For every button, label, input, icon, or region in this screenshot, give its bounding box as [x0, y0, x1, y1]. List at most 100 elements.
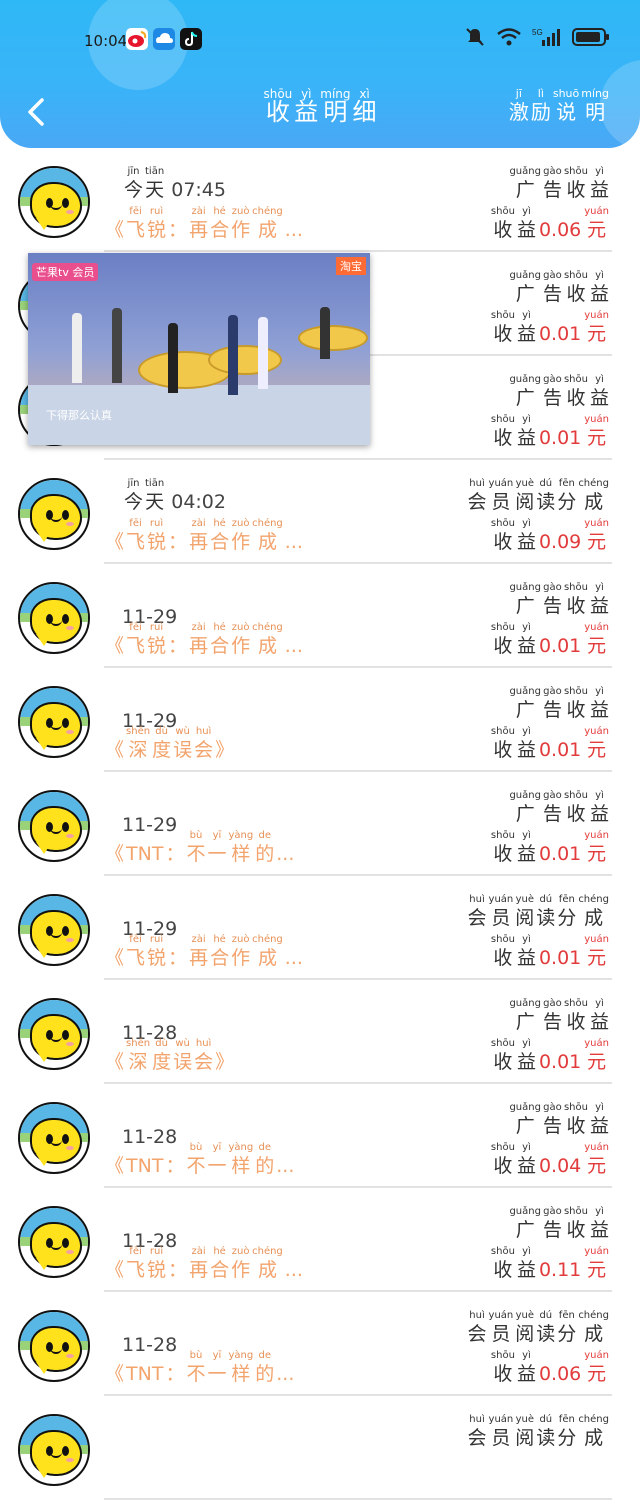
avatar — [18, 1310, 90, 1382]
income-label: shōu 收 yì 益 — [490, 518, 537, 554]
pinyin — [165, 1142, 184, 1154]
income-label: shōu 收 yì 益 — [490, 1038, 537, 1074]
pinyin: yuán — [584, 830, 609, 841]
income-row[interactable]: 11-29 《 TNT ： bù 不 yī 一 yàng 样 de 的 ... guǎng 广 gào… — [0, 772, 640, 876]
yuan-label: yuán 元 — [583, 1350, 610, 1386]
income-label: shōu 收 yì 益 — [490, 1246, 537, 1282]
book-title-text: 《 TNT ： bù 不 yī 一 yàng 样 de 的 ... — [104, 1142, 295, 1177]
pinyin-char: dù 度 — [152, 726, 171, 762]
yuan-label: yuán 元 — [583, 830, 610, 866]
mascot-eye — [62, 614, 69, 624]
pinyin: hé — [213, 934, 226, 945]
pinyin: dú — [539, 894, 553, 905]
income-row[interactable]: 11-28 《 TNT ： bù 不 yī 一 yàng 样 de 的 ... guǎng 广 gào… — [0, 1084, 640, 1188]
book-title-text: 《 shēn 深 dù 度 wù 误 huì 会 》 — [104, 726, 235, 761]
hanzi: 广 — [515, 595, 535, 617]
pinyin: zài — [191, 622, 206, 633]
row-amount: shōu 收 yì 益 0.01 yuán 元 — [490, 414, 610, 450]
pinyin-char: zài 再 — [189, 622, 208, 658]
pinyin — [285, 518, 303, 530]
amount-value: 0.11 — [538, 1259, 582, 1281]
hanzi: 作 — [231, 531, 251, 553]
hanzi: 收 — [493, 635, 513, 657]
pinyin — [215, 726, 234, 738]
hanzi: 益 — [589, 1219, 609, 1241]
pinyin-char: shōu 收 — [491, 726, 515, 762]
income-row[interactable]: 11-28 《 shēn 深 dù 度 wù 误 huì 会 》 guǎng 广 gào 告 shōu 收 y… — [0, 980, 640, 1084]
pinyin: chéng — [252, 1246, 283, 1257]
hanzi: 飞 — [126, 531, 146, 553]
pinyin-char: yì 益 — [517, 934, 536, 970]
pinyin: yàng — [228, 1350, 254, 1361]
hanzi: 广 — [515, 1011, 535, 1033]
income-row[interactable]: 11-29 《 fēi 飞 ruì 锐 ： zài 再 hé 合 zuò 作 chéng 成 ... gu… — [0, 564, 640, 668]
pinyin-char: ： — [165, 830, 184, 866]
hanzi: 广 — [515, 179, 535, 201]
pinyin-char: 《 — [105, 1350, 124, 1386]
hanzi: 会 — [467, 491, 487, 513]
row-amount: shōu 收 yì 益 0.01 yuán 元 — [490, 622, 610, 658]
pinyin-char: zuò 作 — [231, 622, 250, 658]
hanzi: 深 — [128, 739, 148, 761]
hanzi: ： — [168, 635, 188, 657]
pinyin: yuán — [584, 518, 609, 529]
mascot-blush — [66, 626, 74, 630]
income-row[interactable]: jīn 今 tiān 天 07:45 《 fēi 飞 ruì 锐 ： zài 再 hé 合 zuò 作 ch… — [0, 148, 640, 252]
pinyin: yī — [212, 1142, 222, 1153]
pinyin-char: shēn 深 — [126, 726, 150, 762]
book-title-text: 《 shēn 深 dù 度 wù 误 huì 会 》 — [104, 1038, 235, 1073]
hanzi: 成 — [257, 1259, 277, 1281]
hanzi: 告 — [542, 387, 562, 409]
mascot-mouth — [50, 1034, 62, 1042]
hanzi: 合 — [210, 1259, 230, 1281]
pinyin-char: TNT — [126, 1142, 163, 1178]
income-row[interactable]: 11-28 《 TNT ： bù 不 yī 一 yàng 样 de 的 ... huì 会 yuán 员… — [0, 1292, 640, 1396]
hanzi: 元 — [587, 323, 607, 345]
pinyin: yì — [522, 1142, 531, 1153]
title-text: shōu 收 yì 益 míng 明 xì 细 — [262, 88, 377, 124]
hanzi: 元 — [587, 635, 607, 657]
pinyin: yuán — [488, 894, 514, 905]
pinyin: fēi — [129, 518, 142, 529]
income-row[interactable]: jīn 今 tiān 天 04:02 《 fēi 飞 ruì 锐 ： zài 再 hé 合 zuò 作 ch… — [0, 460, 640, 564]
floating-video-player[interactable]: 芒果tv 会员 淘宝 下得那么认真 — [28, 253, 370, 445]
pinyin: yuán — [584, 206, 609, 217]
pinyin: fēi — [129, 934, 142, 945]
pinyin — [105, 1142, 124, 1154]
hanzi: 《 — [105, 219, 125, 241]
pinyin-char: shēn 深 — [126, 1038, 150, 1074]
hanzi: ... — [284, 1259, 303, 1281]
income-row[interactable]: 11-29 《 fēi 飞 ruì 锐 ： zài 再 hé 合 zuò 作 chéng 成 ... hu… — [0, 876, 640, 980]
pinyin-char: chéng 成 — [578, 1310, 609, 1346]
hanzi: 益 — [516, 1363, 536, 1385]
pinyin: huì — [469, 894, 485, 905]
pinyin: shōu — [563, 1206, 588, 1217]
pinyin: shōu — [563, 1102, 588, 1113]
income-type-text: huì 会 yuán 员 yuè 阅 dú 读 fēn 分 chéng 成 — [467, 894, 610, 929]
income-row[interactable]: huì 会 yuán 员 yuè 阅 dú 读 fēn 分 chéng 成 — [0, 1396, 640, 1500]
income-type-text: huì 会 yuán 员 yuè 阅 dú 读 fēn 分 chéng 成 — [467, 1310, 610, 1345]
hanzi: 飞 — [126, 947, 146, 969]
hanzi: 益 — [516, 1155, 536, 1177]
incentive-rules-link[interactable]: jī 激 lì 励 shuō 说 míng 明 — [508, 88, 610, 125]
pinyin: gào — [543, 374, 562, 385]
income-row[interactable]: 11-28 《 fēi 飞 ruì 锐 ： zài 再 hé 合 zuò 作 chéng 成 ... gu… — [0, 1188, 640, 1292]
pinyin-char: yì 益 — [590, 374, 609, 410]
pinyin-char: hé 合 — [210, 1246, 229, 1282]
pinyin — [126, 1350, 163, 1362]
pinyin: yuè — [515, 1310, 534, 1321]
hanzi: 分 — [557, 1323, 577, 1345]
pinyin-char: zài 再 — [189, 1246, 208, 1282]
pinyin-char: xì 细 — [353, 88, 377, 124]
pinyin-char: huì 会 — [468, 894, 487, 930]
pinyin: gào — [543, 270, 562, 281]
hanzi: 元 — [587, 1363, 607, 1385]
pinyin: ruì — [149, 934, 164, 945]
hanzi: 读 — [536, 1427, 556, 1449]
pinyin-char: ... — [285, 518, 303, 554]
income-row[interactable]: 11-29 《 shēn 深 dù 度 wù 误 huì 会 》 guǎng 广 gào 告 shōu 收 y… — [0, 668, 640, 772]
pinyin: shēn — [126, 1038, 151, 1049]
hanzi: 益 — [516, 323, 536, 345]
pinyin-char: guǎng 广 — [509, 686, 541, 722]
pinyin: gào — [543, 166, 562, 177]
